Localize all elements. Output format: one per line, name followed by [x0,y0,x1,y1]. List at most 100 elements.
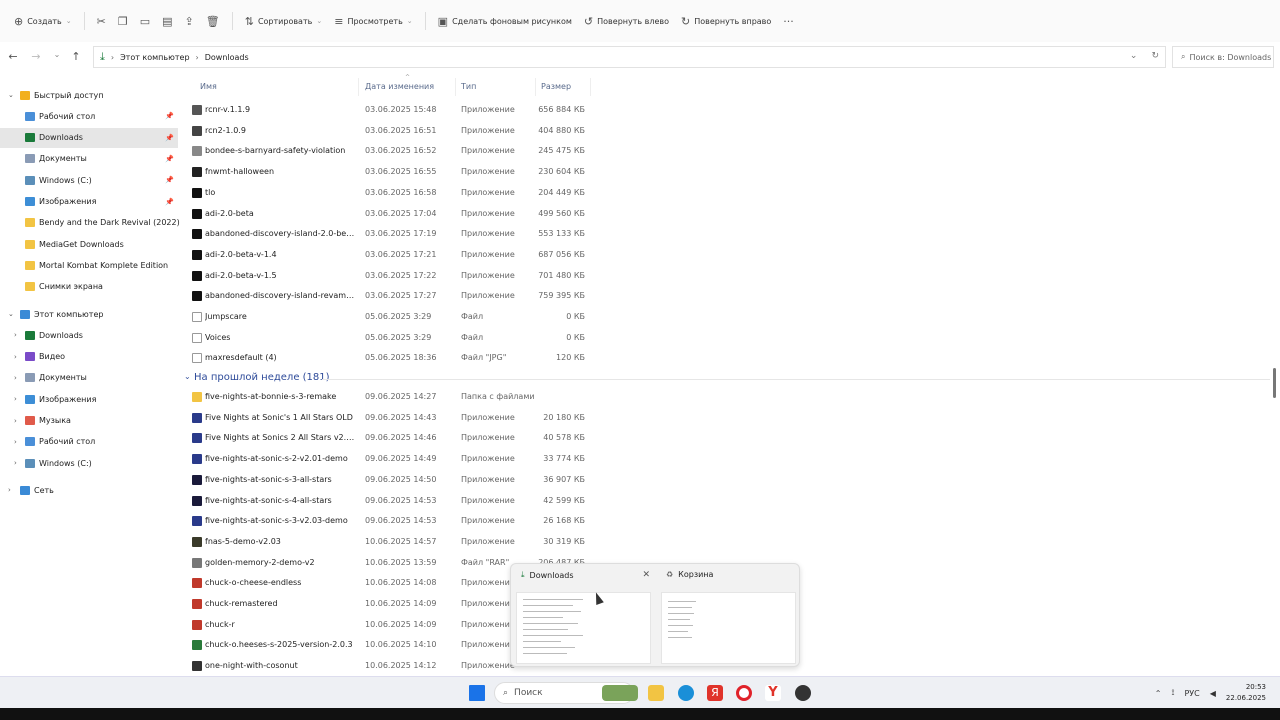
chevron-right-icon[interactable]: › [14,417,17,425]
close-icon[interactable]: ✕ [642,570,650,580]
forward-button[interactable]: → [25,50,47,63]
breadcrumb-downloads[interactable]: Downloads [205,53,249,62]
file-row[interactable]: abandoned-discovery-island-2.0-beta-v...… [180,223,600,244]
file-row[interactable]: maxresdefault (4) 05.06.2025 18:36 Файл "J… [180,347,600,368]
preview-downloads[interactable]: ⤓ Downloads ✕ [511,564,656,668]
create-button[interactable]: ⊕ Создать ⌄ [8,7,78,35]
more-button[interactable]: ··· [777,7,800,35]
sidebar-item[interactable]: › Изображения [0,389,178,409]
cut-button[interactable]: ✂ [91,7,112,35]
column-size[interactable]: Размер [541,82,571,91]
file-row[interactable]: fnas-5-demo-v2.03 10.06.2025 14:57 Приложе… [180,531,600,552]
breadcrumb-this-pc[interactable]: Этот компьютер [120,53,189,62]
back-button[interactable]: ← [2,50,24,63]
sidebar-item[interactable]: Bendy and the Dark Revival (2022) [0,213,180,233]
column-divider[interactable] [455,78,456,96]
app-icon[interactable] [795,685,811,701]
file-row[interactable]: adi-2.0-beta 03.06.2025 17:04 Приложение 49… [180,203,600,224]
sidebar-item[interactable]: ⌄ Этот компьютер [0,304,178,324]
chevron-right-icon[interactable]: › [14,353,17,361]
file-name: five-nights-at-bonnie-s-3-remake [205,392,337,401]
start-windows-icon[interactable] [469,685,485,701]
volume-icon[interactable]: ◀ [1210,689,1216,698]
copy-button[interactable]: ❐ [112,7,134,35]
sidebar-item[interactable]: › Сеть [0,480,178,500]
column-date[interactable]: Дата изменения [365,82,434,91]
address-dropdown-icon[interactable]: ⌄ [1130,51,1138,61]
widgets-icon[interactable] [602,685,638,701]
file-row[interactable]: tlo 03.06.2025 16:58 Приложение 204 449 КБ [180,182,600,203]
file-row[interactable]: Jumpscare 05.06.2025 3:29 Файл 0 КБ [180,306,600,327]
chevron-right-icon[interactable]: › [14,395,17,403]
refresh-icon[interactable]: ↻ [1151,51,1159,61]
chevron-down-icon[interactable]: ⌄ [8,310,14,318]
address-input[interactable]: ⤓ › Этот компьютер › Downloads ⌄ ↻ [93,46,1166,68]
search-input[interactable]: ⌕ Поиск в: Downloads [1172,46,1274,68]
chevron-right-icon[interactable]: › [8,486,11,494]
paste-button[interactable]: ▭ [134,7,156,35]
column-type[interactable]: Тип [461,82,476,91]
column-divider[interactable] [535,78,536,96]
sidebar-item[interactable]: Документы 📌 [0,149,178,169]
file-row[interactable]: abandoned-discovery-island-revamped-... 0… [180,285,600,306]
rotate-left-button[interactable]: ↺ Повернуть влево [578,7,675,35]
file-row[interactable]: five-nights-at-sonic-s-2-v2.01-demo 09.06… [180,448,600,469]
sidebar-item[interactable]: › Документы [0,368,178,388]
clock[interactable]: 20:53 22.06.2025 [1226,682,1266,704]
rename-button[interactable]: ▤ [156,7,178,35]
chevron-up-icon[interactable]: ⌃ [1155,689,1162,698]
file-row[interactable]: rcn2-1.0.9 03.06.2025 16:51 Приложение 404 … [180,120,600,141]
opera-icon[interactable] [736,685,752,701]
file-row[interactable]: Five Nights at Sonic's 1 All Stars OLD 09… [180,407,600,428]
file-row[interactable]: fnwmt-halloween 03.06.2025 16:55 Приложени… [180,161,600,182]
file-explorer-icon[interactable] [648,685,664,701]
preview-recycle-bin[interactable]: ♻ Корзина [656,564,801,668]
sidebar-item[interactable]: MediaGet Downloads [0,234,178,254]
chevron-right-icon[interactable]: › [14,438,17,446]
group-header-last-week[interactable]: ⌄ На прошлой неделе (181) [180,369,1270,387]
sidebar-item[interactable]: › Видео [0,347,178,367]
up-button[interactable]: ↑ [65,50,87,63]
yandex-browser-icon[interactable]: Y [765,685,781,701]
share-button[interactable]: ⇪ [179,7,200,35]
file-row[interactable]: rcnr-v.1.1.9 03.06.2025 15:48 Приложение 65… [180,99,600,120]
edge-browser-icon[interactable] [678,685,694,701]
yandex-icon[interactable]: Я [707,685,723,701]
file-row[interactable]: five-nights-at-sonic-s-4-all-stars 09.06.… [180,490,600,511]
sidebar-item[interactable]: › Downloads [0,325,178,345]
file-row[interactable]: adi-2.0-beta-v-1.4 03.06.2025 17:21 Прилож… [180,244,600,265]
sidebar-item[interactable]: › Музыка [0,411,178,431]
file-row[interactable]: five-nights-at-sonic-s-3-v2.03-demo 09.06… [180,510,600,531]
sidebar-item[interactable]: Изображения 📌 [0,192,178,212]
column-divider[interactable] [590,78,591,96]
file-row[interactable]: adi-2.0-beta-v-1.5 03.06.2025 17:22 Прилож… [180,265,600,286]
delete-button[interactable]: 🗑 [200,7,226,35]
column-name[interactable]: Имя [200,82,217,91]
file-row[interactable]: bondee-s-barnyard-safety-violation 03.06.… [180,140,600,161]
chevron-down-icon[interactable]: ⌄ [8,91,14,99]
file-row[interactable]: five-nights-at-bonnie-s-3-remake 09.06.20… [180,386,600,407]
sidebar-item[interactable]: Mortal Kombat Komplete Edition [0,255,178,275]
language-indicator[interactable]: РУС [1184,689,1199,698]
sort-button[interactable]: ⇅ Сортировать ⌄ [239,7,328,35]
sidebar-item[interactable]: Снимки экрана [0,277,178,297]
file-row[interactable]: Voices 05.06.2025 3:29 Файл 0 КБ [180,327,600,348]
vertical-scrollbar[interactable] [1273,368,1276,398]
column-divider[interactable] [358,78,359,96]
sidebar-item[interactable]: › Рабочий стол [0,432,178,452]
sidebar-item[interactable]: Downloads 📌 [0,127,178,148]
file-row[interactable]: five-nights-at-sonic-s-3-all-stars 09.06.… [180,469,600,490]
file-size: 230 604 КБ [538,167,585,177]
chevron-right-icon[interactable]: › [14,374,17,382]
sidebar-item[interactable]: Рабочий стол 📌 [0,106,178,126]
network-icon[interactable]: ⟟ [1171,688,1174,698]
chevron-right-icon[interactable]: › [14,331,17,339]
set-wallpaper-button[interactable]: ▣ Сделать фоновым рисунком [432,7,578,35]
file-row[interactable]: Five Nights at Sonics 2 All Stars v2.00 … [180,427,600,448]
sidebar-item[interactable]: Windows (C:) 📌 [0,170,178,190]
sidebar-item[interactable]: › Windows (C:) [0,453,178,473]
chevron-right-icon[interactable]: › [14,459,17,467]
sidebar-item[interactable]: ⌄ Быстрый доступ [0,85,178,105]
rotate-right-button[interactable]: ↻ Повернуть вправо [675,7,777,35]
view-button[interactable]: ≡ Просмотреть ⌄ [328,7,418,35]
